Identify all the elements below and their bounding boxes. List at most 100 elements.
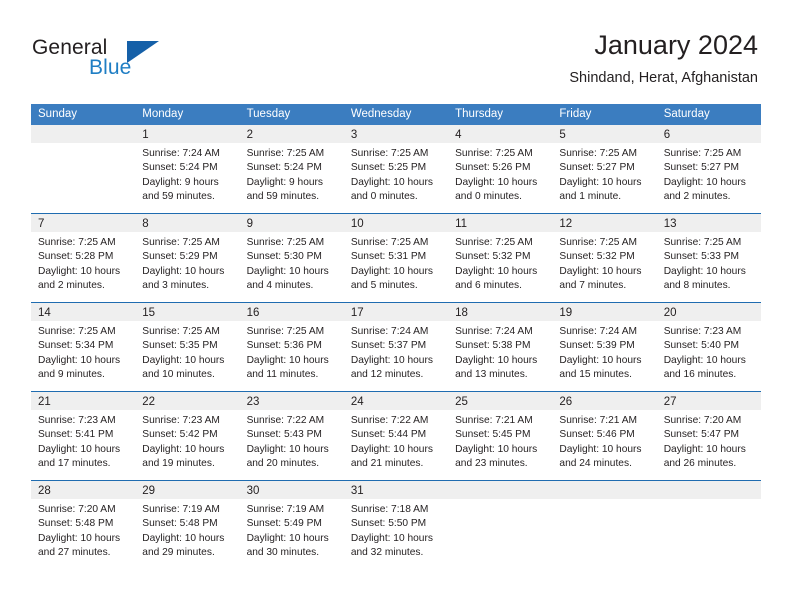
calendar-week-row: 14 Sunrise: 7:25 AM Sunset: 5:34 PM Dayligh… bbox=[31, 302, 761, 391]
day-cell[interactable]: 11 Sunrise: 7:25 AM Sunset: 5:32 PM Dayligh… bbox=[448, 214, 553, 302]
day-detail-line: Sunset: 5:41 PM bbox=[38, 429, 114, 441]
day-detail-line: Daylight: 10 hours bbox=[663, 443, 746, 455]
day-detail-line: Sunset: 5:31 PM bbox=[350, 251, 427, 263]
day-number: 3 bbox=[350, 129, 358, 141]
day-cell[interactable]: 31 Sunrise: 7:18 AM Sunset: 5:50 PM Dayligh… bbox=[343, 481, 449, 569]
day-detail-line: Sunset: 5:47 PM bbox=[663, 429, 740, 441]
day-details: Sunrise: 7:25 AM Sunset: 5:27 PM Daylight:… bbox=[657, 143, 761, 205]
day-detail-line: Sunset: 5:34 PM bbox=[38, 340, 114, 352]
day-number-band: 24 bbox=[343, 392, 449, 410]
day-details: Sunrise: 7:25 AM Sunset: 5:34 PM Daylight:… bbox=[31, 321, 135, 383]
day-cell[interactable]: 19 Sunrise: 7:24 AM Sunset: 5:39 PM Dayligh… bbox=[552, 303, 657, 391]
day-number-band bbox=[656, 481, 761, 499]
day-detail-line: and 27 minutes. bbox=[38, 547, 111, 559]
day-cell[interactable]: 10 Sunrise: 7:25 AM Sunset: 5:31 PM Dayligh… bbox=[343, 214, 449, 302]
day-detail-line: Sunset: 5:35 PM bbox=[142, 340, 218, 352]
day-number-band: 5 bbox=[552, 125, 657, 143]
day-details: Sunrise: 7:25 AM Sunset: 5:31 PM Daylight:… bbox=[344, 232, 448, 294]
day-cell[interactable]: 12 Sunrise: 7:25 AM Sunset: 5:32 PM Dayligh… bbox=[552, 214, 657, 302]
day-number: 26 bbox=[559, 396, 573, 408]
day-number-band: 21 bbox=[31, 392, 136, 410]
day-detail-line: Daylight: 10 hours bbox=[246, 443, 329, 455]
day-cell[interactable]: 6 Sunrise: 7:25 AM Sunset: 5:27 PM Daylight… bbox=[656, 125, 761, 213]
day-detail-line: and 1 minute. bbox=[559, 191, 622, 203]
day-cell[interactable]: 14 Sunrise: 7:25 AM Sunset: 5:34 PM Dayligh… bbox=[31, 303, 136, 391]
day-details: Sunrise: 7:21 AM Sunset: 5:46 PM Daylight:… bbox=[552, 410, 656, 472]
day-detail-line: and 59 minutes. bbox=[142, 191, 215, 203]
day-number-band: 17 bbox=[343, 303, 449, 321]
day-detail-line: Daylight: 10 hours bbox=[142, 443, 225, 455]
day-cell[interactable]: 27 Sunrise: 7:20 AM Sunset: 5:47 PM Dayligh… bbox=[656, 392, 761, 480]
day-details bbox=[657, 499, 761, 503]
calendar-page: General Blue January 2024 Shindand, Hera… bbox=[0, 0, 792, 612]
day-details: Sunrise: 7:18 AM Sunset: 5:50 PM Daylight:… bbox=[344, 499, 448, 561]
day-cell[interactable]: 16 Sunrise: 7:25 AM Sunset: 5:36 PM Dayligh… bbox=[239, 303, 344, 391]
day-number-band: 25 bbox=[448, 392, 553, 410]
day-cell[interactable]: 7 Sunrise: 7:25 AM Sunset: 5:28 PM Daylight… bbox=[31, 214, 136, 302]
day-cell[interactable]: 22 Sunrise: 7:23 AM Sunset: 5:42 PM Dayligh… bbox=[135, 392, 240, 480]
day-number: 31 bbox=[350, 485, 364, 497]
day-details: Sunrise: 7:25 AM Sunset: 5:30 PM Daylight:… bbox=[240, 232, 344, 294]
day-detail-line: Sunset: 5:25 PM bbox=[350, 162, 427, 174]
day-number: 4 bbox=[455, 129, 462, 141]
day-detail-line: Sunrise: 7:23 AM bbox=[38, 415, 116, 426]
calendar-week-row: 1 Sunrise: 7:24 AM Sunset: 5:24 PM Daylight… bbox=[31, 125, 761, 213]
day-cell[interactable]: 15 Sunrise: 7:25 AM Sunset: 5:35 PM Dayligh… bbox=[135, 303, 240, 391]
day-cell[interactable]: 29 Sunrise: 7:19 AM Sunset: 5:48 PM Dayligh… bbox=[135, 481, 240, 569]
day-detail-line: Sunset: 5:48 PM bbox=[142, 518, 218, 530]
day-cell[interactable]: 20 Sunrise: 7:23 AM Sunset: 5:40 PM Dayligh… bbox=[656, 303, 761, 391]
day-cell[interactable]: 1 Sunrise: 7:24 AM Sunset: 5:24 PM Daylight… bbox=[135, 125, 240, 213]
logo-text-blue: Blue bbox=[89, 56, 132, 79]
day-cell[interactable]: 23 Sunrise: 7:22 AM Sunset: 5:43 PM Dayligh… bbox=[239, 392, 344, 480]
day-detail-line: Sunset: 5:24 PM bbox=[246, 162, 322, 174]
day-number: 7 bbox=[38, 218, 45, 230]
day-cell[interactable]: 13 Sunrise: 7:25 AM Sunset: 5:33 PM Dayligh… bbox=[656, 214, 761, 302]
day-cell[interactable]: 26 Sunrise: 7:21 AM Sunset: 5:46 PM Dayligh… bbox=[552, 392, 657, 480]
day-cell[interactable]: 17 Sunrise: 7:24 AM Sunset: 5:37 PM Dayligh… bbox=[343, 303, 449, 391]
day-detail-line: Sunset: 5:44 PM bbox=[350, 429, 427, 441]
day-detail-line: Daylight: 10 hours bbox=[38, 354, 121, 366]
day-detail-line: Daylight: 10 hours bbox=[142, 532, 225, 544]
logo-triangle-icon bbox=[127, 41, 159, 63]
day-details: Sunrise: 7:25 AM Sunset: 5:32 PM Daylight:… bbox=[448, 232, 552, 294]
day-number: 28 bbox=[38, 485, 51, 497]
day-number: 6 bbox=[663, 129, 671, 141]
day-detail-line: Daylight: 10 hours bbox=[559, 265, 642, 277]
day-number: 27 bbox=[663, 396, 677, 408]
weekday-header-tuesday: Tuesday bbox=[246, 108, 291, 120]
day-detail-line: Sunrise: 7:21 AM bbox=[559, 415, 637, 426]
day-details: Sunrise: 7:19 AM Sunset: 5:49 PM Daylight:… bbox=[240, 499, 344, 561]
day-detail-line: Daylight: 10 hours bbox=[663, 265, 746, 277]
day-details: Sunrise: 7:19 AM Sunset: 5:48 PM Daylight:… bbox=[135, 499, 239, 561]
calendar-grid: Sunday Monday Tuesday Wednesday Thursday Frid… bbox=[31, 104, 761, 569]
day-details: Sunrise: 7:24 AM Sunset: 5:24 PM Daylight:… bbox=[135, 143, 239, 205]
day-detail-line: Sunrise: 7:25 AM bbox=[142, 237, 220, 248]
day-detail-line: Sunset: 5:50 PM bbox=[350, 518, 427, 530]
day-cell[interactable]: 24 Sunrise: 7:22 AM Sunset: 5:44 PM Dayligh… bbox=[343, 392, 449, 480]
day-detail-line: Sunrise: 7:24 AM bbox=[350, 326, 429, 337]
day-detail-line: Daylight: 10 hours bbox=[38, 532, 121, 544]
day-number-band: 14 bbox=[31, 303, 136, 321]
day-cell[interactable]: 5 Sunrise: 7:25 AM Sunset: 5:27 PM Daylight… bbox=[552, 125, 657, 213]
day-cell[interactable]: 2 Sunrise: 7:25 AM Sunset: 5:24 PM Daylight… bbox=[239, 125, 344, 213]
day-cell[interactable]: 3 Sunrise: 7:25 AM Sunset: 5:25 PM Daylight… bbox=[343, 125, 449, 213]
day-detail-line: Sunrise: 7:19 AM bbox=[246, 504, 325, 515]
day-detail-line: Sunrise: 7:25 AM bbox=[455, 237, 533, 248]
day-detail-line: Sunrise: 7:25 AM bbox=[246, 148, 325, 159]
day-cell[interactable]: 18 Sunrise: 7:24 AM Sunset: 5:38 PM Dayligh… bbox=[448, 303, 553, 391]
day-detail-line: and 6 minutes. bbox=[455, 280, 522, 292]
day-cell[interactable]: 25 Sunrise: 7:21 AM Sunset: 5:45 PM Dayligh… bbox=[448, 392, 553, 480]
day-cell[interactable]: 21 Sunrise: 7:23 AM Sunset: 5:41 PM Dayligh… bbox=[31, 392, 136, 480]
day-cell[interactable]: 9 Sunrise: 7:25 AM Sunset: 5:30 PM Daylight… bbox=[239, 214, 344, 302]
day-cell[interactable]: 8 Sunrise: 7:25 AM Sunset: 5:29 PM Daylight… bbox=[135, 214, 240, 302]
day-cell[interactable]: 4 Sunrise: 7:25 AM Sunset: 5:26 PM Daylight… bbox=[448, 125, 553, 213]
day-detail-line: and 5 minutes. bbox=[350, 280, 418, 292]
calendar-week-row: 7 Sunrise: 7:25 AM Sunset: 5:28 PM Daylight… bbox=[31, 213, 761, 302]
day-cell[interactable]: 28 Sunrise: 7:20 AM Sunset: 5:48 PM Dayligh… bbox=[31, 481, 136, 569]
general-blue-logo[interactable]: General Blue bbox=[32, 36, 212, 88]
day-detail-line: Sunset: 5:48 PM bbox=[38, 518, 114, 530]
day-detail-line: and 16 minutes. bbox=[663, 369, 737, 381]
day-number-band: 27 bbox=[656, 392, 761, 410]
day-cell[interactable]: 30 Sunrise: 7:19 AM Sunset: 5:49 PM Dayligh… bbox=[239, 481, 344, 569]
weekday-header-saturday: Saturday bbox=[663, 108, 710, 120]
